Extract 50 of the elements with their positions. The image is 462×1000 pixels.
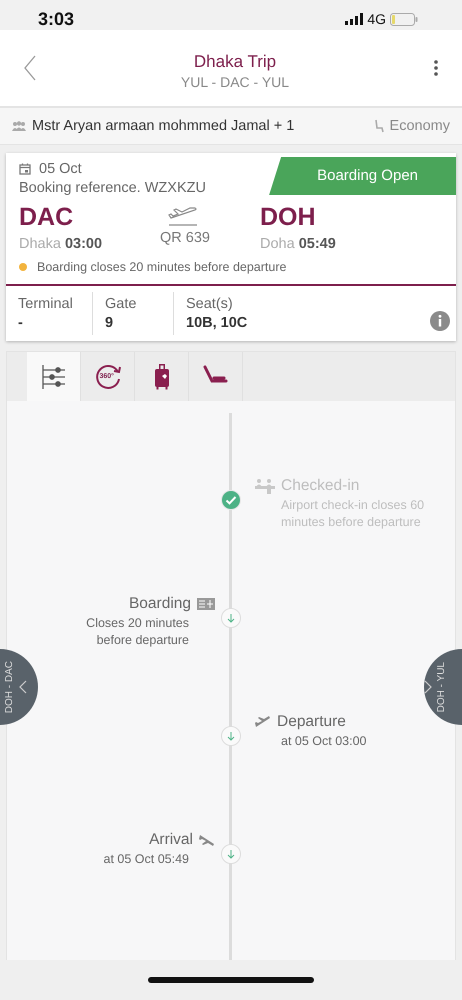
plane-icon bbox=[199, 833, 215, 847]
airport-code: DAC bbox=[19, 202, 74, 232]
status-time: 3:03 bbox=[38, 8, 74, 30]
trip-title: Dhaka Trip bbox=[194, 51, 276, 73]
more-icon bbox=[434, 60, 438, 76]
event-title: Checked-in bbox=[281, 477, 360, 495]
back-icon bbox=[24, 55, 36, 81]
network-label: 4G bbox=[367, 11, 386, 27]
info-button[interactable] bbox=[430, 310, 450, 330]
detail-label: Gate bbox=[105, 296, 138, 312]
passenger-names: Mstr Aryan armaan mohmmed Jamal + 1 bbox=[32, 118, 294, 134]
flight-number: QR 639 bbox=[160, 230, 210, 246]
event-title: Arrival bbox=[149, 831, 193, 849]
luggage-icon bbox=[154, 364, 170, 390]
info-icon bbox=[430, 310, 450, 330]
detail-label: Seat(s) bbox=[186, 296, 234, 312]
event-title: Boarding bbox=[128, 595, 191, 613]
airport-code: DOH bbox=[260, 202, 317, 232]
event-note: at 05 Oct 05:49 bbox=[104, 851, 190, 868]
sliders-icon bbox=[40, 364, 66, 390]
chevron-icon bbox=[19, 680, 27, 694]
detail-value: 9 bbox=[105, 315, 114, 331]
rotate-icon bbox=[94, 362, 122, 390]
city-time: Dhaka 03:00 bbox=[19, 236, 104, 252]
boarding-note: Boarding closes 20 minutes before departure bbox=[37, 260, 286, 274]
boarding-pass-icon bbox=[197, 598, 215, 610]
calendar-icon bbox=[19, 163, 31, 175]
event-note: Closes 20 minutes before departure bbox=[85, 615, 190, 649]
status-banner: Boarding Open bbox=[269, 157, 456, 195]
detail-value: - bbox=[18, 315, 24, 331]
previous-flight-tab[interactable]: DOH - DAC bbox=[0, 649, 38, 725]
city-time: Doha 05:49 bbox=[260, 236, 337, 252]
flight-date: 05 Oct bbox=[39, 161, 82, 177]
event-note: at 05 Oct 03:00 bbox=[280, 733, 368, 750]
check-in-desk-icon bbox=[255, 478, 275, 494]
detail-value: 10B, 10C bbox=[186, 315, 248, 331]
plane-icon bbox=[255, 715, 271, 729]
trip-route: YUL - DAC - YUL bbox=[180, 73, 290, 91]
cabin-class: Economy bbox=[390, 118, 450, 134]
signal-icon bbox=[345, 13, 364, 25]
event-note: Airport check-in closes 60 minutes before departure bbox=[280, 497, 425, 531]
battery-icon bbox=[390, 12, 418, 26]
chevron-icon bbox=[424, 680, 432, 694]
event-title: Departure bbox=[277, 713, 346, 731]
detail-label: Terminal bbox=[18, 296, 74, 312]
tab[interactable] bbox=[27, 352, 81, 401]
people-icon bbox=[12, 121, 26, 131]
next-flight-tab[interactable]: DOH - YUL bbox=[424, 649, 462, 725]
booking-reference: Booking reference. WZXKZU bbox=[19, 180, 206, 196]
seat-icon bbox=[374, 119, 384, 133]
